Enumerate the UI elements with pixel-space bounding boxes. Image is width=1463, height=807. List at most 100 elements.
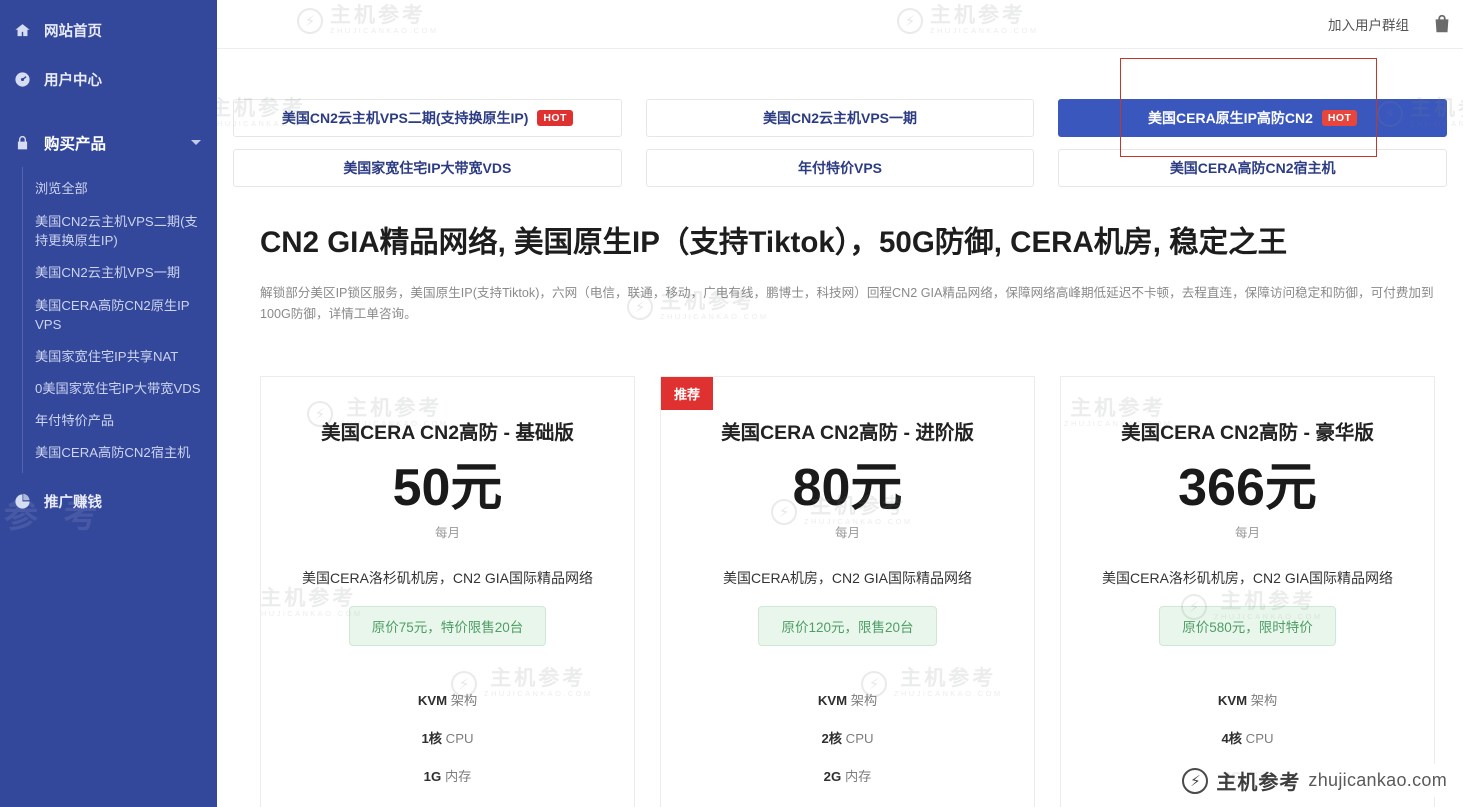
main-content: ⚡ 主机参考 ZHUJICANKAO.COM ⚡ 主机参考 ZHUJICANKA… bbox=[217, 0, 1463, 807]
spec-item: 2G 内存 bbox=[661, 766, 1034, 785]
plan-price: 80元 bbox=[792, 459, 903, 517]
plan-title: 美国CERA CN2高防 - 进阶版 bbox=[721, 422, 974, 444]
spec-unit: 架构 bbox=[1250, 693, 1278, 708]
watermark-subtext: ZHUJICANKAO.COM bbox=[330, 26, 439, 35]
spec-value: 1核 bbox=[421, 731, 442, 746]
site-brand-logo: ⚡ 主机参考 zhujicankao.com bbox=[1178, 764, 1449, 797]
sidebar-item-cera-cn2-host[interactable]: 美国CERA高防CN2宿主机 bbox=[23, 437, 213, 469]
join-user-group-link[interactable]: 加入用户群组 bbox=[1328, 14, 1409, 34]
plan-title: 美国CERA CN2高防 - 基础版 bbox=[321, 422, 574, 444]
sidebar-item-browse-all[interactable]: 浏览全部 bbox=[23, 173, 213, 205]
plan-specs: KVM 架构 1核 CPU 1G 内存 20G SSD 硬盘 15Mbps 带宽 bbox=[261, 690, 634, 807]
chevron-down-icon[interactable] bbox=[191, 140, 201, 145]
spec-item: 4核 CPU bbox=[1061, 728, 1434, 747]
plan-description: 美国CERA洛杉矶机房，CN2 GIA国际精品网络 bbox=[302, 570, 593, 586]
plan-period: 每月 bbox=[1234, 526, 1260, 540]
sidebar-item-affiliate[interactable]: 推广赚钱 bbox=[0, 477, 217, 526]
tab-label: 美国家宽住宅IP大带宽VDS bbox=[343, 160, 512, 176]
spec-value: 2核 bbox=[821, 731, 842, 746]
plan-price: 366元 bbox=[1178, 459, 1317, 517]
page-title: CN2 GIA精品网络, 美国原生IP（支持Tiktok），50G防御, CER… bbox=[260, 226, 1288, 259]
watermark-glyph: ⚡ bbox=[304, 12, 316, 30]
lock-icon bbox=[14, 134, 44, 152]
sidebar-item-home-label: 网站首页 bbox=[44, 24, 102, 40]
sidebar-item-user-center[interactable]: 用户中心 bbox=[0, 55, 217, 104]
spec-unit: 架构 bbox=[450, 693, 478, 708]
sidebar-item-affiliate-label: 推广赚钱 bbox=[44, 495, 102, 511]
tab-cera-cn2-host[interactable]: 美国CERA高防CN2宿主机 bbox=[1058, 149, 1447, 187]
watermark-card1-mid: ⚡ 主机参考 ZHUJICANKAO.COM bbox=[260, 587, 363, 618]
sidebar-item-home[interactable]: 网站首页 bbox=[0, 6, 217, 55]
spec-item: 1G 内存 bbox=[261, 766, 634, 785]
recommended-badge: 推荐 bbox=[661, 377, 714, 410]
pie-chart-icon bbox=[14, 493, 44, 510]
product-tab-grid: 美国CN2云主机VPS二期(支持换原生IP) HOT 美国CN2云主机VPS一期… bbox=[233, 99, 1447, 187]
watermark-text: 主机参考 bbox=[900, 667, 997, 690]
sidebar-section-buy-products[interactable]: 购买产品 bbox=[0, 118, 217, 167]
tab-label: 美国CERA高防CN2宿主机 bbox=[1169, 160, 1336, 176]
sidebar: 参 考 网站首页 用户中心 购买产品 浏览全部 美国CN2云主机VPS二期(支持… bbox=[0, 0, 217, 807]
spec-item: 1核 CPU bbox=[261, 728, 634, 747]
page-description: 解锁部分美区IP锁区服务，美国原生IP(支持Tiktok)，六网（电信，联通，移… bbox=[260, 286, 1434, 321]
watermark-logo-icon: ⚡ bbox=[897, 7, 923, 34]
watermark-text: 主机参考 bbox=[490, 667, 587, 690]
sidebar-section-buy-products-label: 购买产品 bbox=[44, 135, 107, 153]
plan-description: 美国CERA洛杉矶机房，CN2 GIA国际精品网络 bbox=[1102, 570, 1393, 586]
tab-cn2-vps-phase2[interactable]: 美国CN2云主机VPS二期(支持换原生IP) HOT bbox=[233, 99, 622, 137]
watermark-text: 主机参考 bbox=[260, 587, 357, 610]
pricing-card-advanced[interactable]: 推荐 ⚡ 主机参考 ZHUJICANKAO.COM ⚡ 主机参考 ZHUJICA… bbox=[660, 376, 1035, 807]
spec-value: KVM bbox=[1217, 693, 1248, 708]
spec-item: KVM 架构 bbox=[1061, 690, 1434, 709]
sidebar-item-cn2-vps-phase2[interactable]: 美国CN2云主机VPS二期(支持更换原生IP) bbox=[23, 205, 213, 257]
tab-annual-special-vps[interactable]: 年付特价VPS bbox=[645, 149, 1035, 187]
topbar: ⚡ 主机参考 ZHUJICANKAO.COM ⚡ 主机参考 ZHUJICANKA… bbox=[217, 0, 1463, 49]
tab-cn2-vps-phase1[interactable]: 美国CN2云主机VPS一期 bbox=[645, 99, 1035, 137]
spec-unit: 内存 bbox=[444, 769, 472, 784]
spec-item: KVM 架构 bbox=[661, 690, 1034, 709]
shopping-bag-icon[interactable] bbox=[1431, 13, 1453, 35]
spec-unit: 架构 bbox=[850, 693, 878, 708]
brand-logo-icon: ⚡ bbox=[1182, 767, 1209, 794]
brand-name: 主机参考 bbox=[1216, 772, 1301, 794]
dashboard-icon bbox=[14, 71, 44, 88]
hot-badge: HOT bbox=[537, 110, 573, 126]
tab-residential-vds[interactable]: 美国家宽住宅IP大带宽VDS bbox=[233, 149, 622, 187]
tab-label: 美国CN2云主机VPS一期 bbox=[762, 110, 917, 126]
sidebar-item-cera-cn2-native-ip-vps[interactable]: 美国CERA高防CN2原生IP VPS bbox=[23, 289, 213, 341]
pricing-cards: ⚡ 主机参考 ZHUJICANKAO.COM ⚡ 主机参考 ZHUJICANKA… bbox=[260, 376, 1435, 807]
home-icon bbox=[14, 22, 44, 39]
pricing-card-basic[interactable]: ⚡ 主机参考 ZHUJICANKAO.COM ⚡ 主机参考 ZHUJICANKA… bbox=[260, 376, 635, 807]
tab-label: 美国CN2云主机VPS二期(支持换原生IP) bbox=[281, 110, 529, 126]
brand-url: zhujicankao.com bbox=[1308, 770, 1447, 790]
sidebar-submenu: 浏览全部 美国CN2云主机VPS二期(支持更换原生IP) 美国CN2云主机VPS… bbox=[22, 167, 217, 473]
tab-label: 美国CERA原生IP高防CN2 bbox=[1148, 110, 1313, 126]
watermark-subtext: ZHUJICANKAO.COM bbox=[930, 26, 1039, 35]
product-tabs-region: ⚡ 主机参考 ZHUJICANKAO.COM ⚡ 主机参考 ZHUJICANKA… bbox=[217, 49, 1463, 187]
plan-promo-badge: 原价120元，限售20台 bbox=[758, 606, 937, 646]
plan-title: 美国CERA CN2高防 - 豪华版 bbox=[1121, 422, 1374, 444]
spec-unit: CPU bbox=[1245, 731, 1274, 746]
watermark-subtext: ZHUJICANKAO.COM bbox=[260, 609, 363, 618]
tab-label: 年付特价VPS bbox=[797, 160, 882, 176]
plan-period: 每月 bbox=[434, 526, 460, 540]
tab-cera-native-ip-cn2[interactable]: 美国CERA原生IP高防CN2 HOT bbox=[1058, 99, 1447, 137]
sidebar-item-cn2-vps-phase1[interactable]: 美国CN2云主机VPS一期 bbox=[23, 257, 213, 289]
spec-value: KVM bbox=[817, 693, 848, 708]
plan-price: 50元 bbox=[392, 459, 503, 517]
plan-specs: KVM 架构 2核 CPU 2G 内存 40G SSD 硬盘 25Mbps 带宽 bbox=[661, 690, 1034, 807]
sidebar-item-annual-special[interactable]: 年付特价产品 bbox=[23, 405, 213, 437]
spec-value: 4核 bbox=[1221, 731, 1242, 746]
watermark-topbar-left: ⚡ 主机参考 ZHUJICANKAO.COM bbox=[297, 5, 439, 35]
sidebar-item-residential-nat[interactable]: 美国家宽住宅IP共享NAT bbox=[23, 341, 213, 373]
spec-unit: 内存 bbox=[844, 769, 872, 784]
watermark-logo-icon: ⚡ bbox=[297, 7, 323, 34]
spec-value: KVM bbox=[417, 693, 448, 708]
spec-unit: CPU bbox=[445, 731, 474, 746]
hot-badge: HOT bbox=[1321, 110, 1358, 126]
spec-value: 2G bbox=[823, 769, 842, 784]
plan-description: 美国CERA机房，CN2 GIA国际精品网络 bbox=[723, 570, 972, 586]
plan-promo-badge: 原价75元，特价限售20台 bbox=[348, 606, 547, 646]
spec-item: KVM 架构 bbox=[261, 690, 634, 709]
pricing-card-deluxe[interactable]: ⚡ 主机参考 ZHUJICANKAO.COM ⚡ 主机参考 ZHUJICANKA… bbox=[1060, 376, 1435, 807]
sidebar-item-residential-vds[interactable]: 0美国家宽住宅IP大带宽VDS bbox=[23, 373, 213, 405]
